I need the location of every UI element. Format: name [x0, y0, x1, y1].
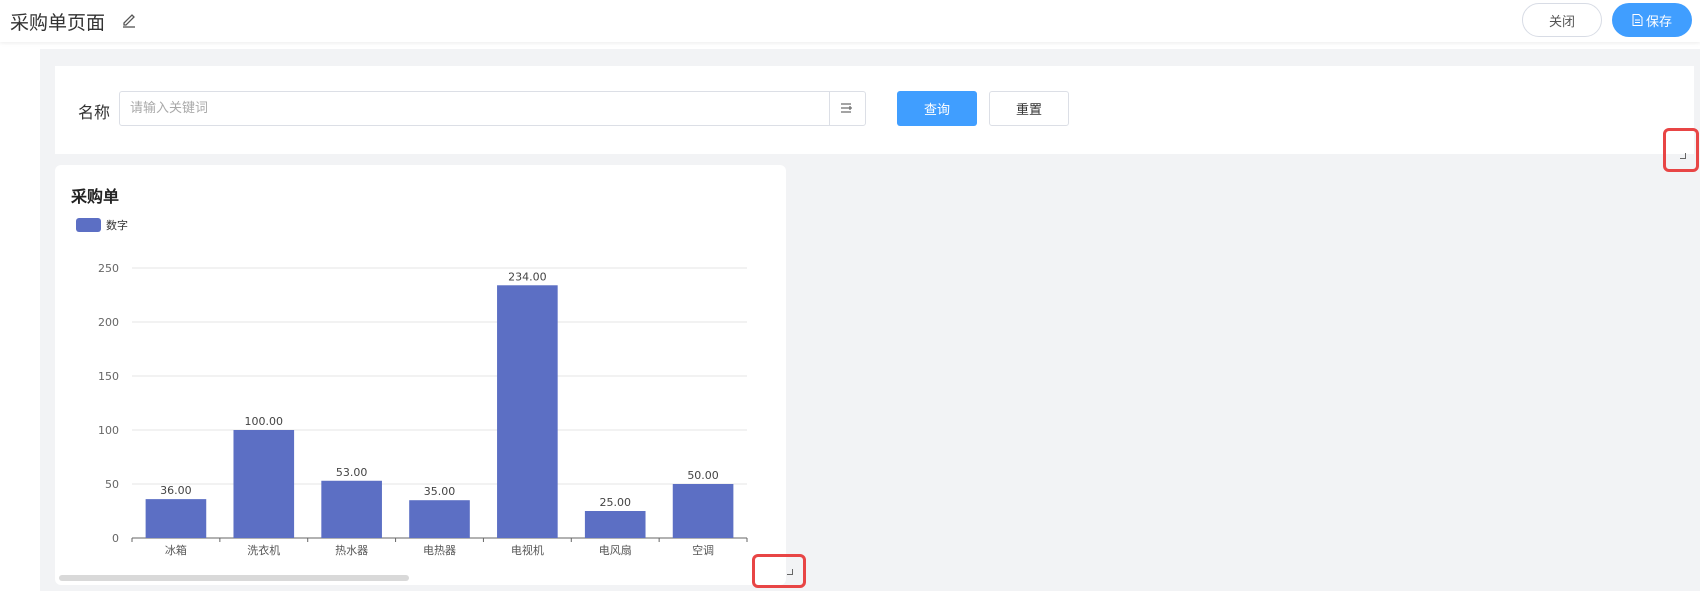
- y-tick-label: 50: [105, 478, 119, 491]
- data-label: 53.00: [336, 466, 368, 479]
- horizontal-scrollbar[interactable]: [59, 575, 779, 581]
- bar-电视机: [497, 285, 558, 538]
- y-tick-label: 250: [98, 262, 119, 275]
- y-tick-label: 200: [98, 316, 119, 329]
- bar-空调: [672, 484, 734, 538]
- y-tick-label: 150: [98, 370, 119, 383]
- y-tick-label: 100: [98, 424, 119, 437]
- filter-list-icon: [841, 103, 852, 113]
- close-button[interactable]: 关闭: [1522, 3, 1602, 37]
- bar-电热器: [409, 500, 470, 538]
- chart-card-resize-handle[interactable]: [752, 554, 806, 588]
- x-tick-label: 冰箱: [165, 543, 187, 557]
- bar-洗衣机: [233, 430, 295, 538]
- x-tick-label: 空调: [692, 543, 714, 557]
- name-search-input[interactable]: [119, 91, 830, 126]
- content-area: 名称 查询 重置 采购单 数字 05010015020025036.00冰箱10…: [40, 49, 1700, 591]
- data-label: 100.00: [245, 415, 283, 428]
- data-label: 25.00: [599, 496, 631, 509]
- search-panel: 名称 查询 重置: [55, 66, 1694, 154]
- bar-冰箱: [145, 499, 207, 538]
- save-button-label: 保存: [1645, 14, 1672, 30]
- name-label: 名称: [78, 103, 111, 122]
- document-icon: [1632, 14, 1643, 26]
- edit-pencil-icon[interactable]: [121, 10, 137, 28]
- reset-button[interactable]: 重置: [989, 91, 1069, 126]
- scrollbar-thumb[interactable]: [59, 575, 409, 581]
- chart-card: 采购单 数字 0 50 100 150 200 250 36.00 冰箱 100.00 洗衣机 53…: [55, 165, 786, 585]
- y-tick-label: 0: [112, 532, 119, 545]
- x-tick-label: 电视机: [511, 543, 544, 557]
- search-panel-resize-handle[interactable]: [1663, 128, 1699, 172]
- data-label: 36.00: [160, 484, 192, 497]
- data-label: 50.00: [687, 469, 719, 482]
- page-title: 采购单页面: [10, 12, 106, 34]
- bar-电风扇: [584, 511, 646, 538]
- query-button[interactable]: 查询: [897, 91, 977, 126]
- x-tick-label: 电热器: [423, 544, 456, 557]
- x-tick-label: 洗衣机: [247, 543, 280, 557]
- filter-list-button[interactable]: [829, 91, 866, 126]
- data-label: 35.00: [424, 485, 456, 498]
- bar-chart: 0 50 100 150 200 250 36.00 冰箱 100.00 洗衣机 53.00 热水器 3…: [98, 262, 748, 557]
- data-label: 234.00: [508, 270, 547, 283]
- x-tick-label: 热水器: [335, 544, 368, 557]
- page-header: 采购单页面 关闭 保存: [0, 0, 1700, 42]
- bar-热水器: [321, 480, 382, 538]
- save-button[interactable]: 保存: [1612, 3, 1692, 37]
- x-tick-label: 电风扇: [599, 543, 632, 557]
